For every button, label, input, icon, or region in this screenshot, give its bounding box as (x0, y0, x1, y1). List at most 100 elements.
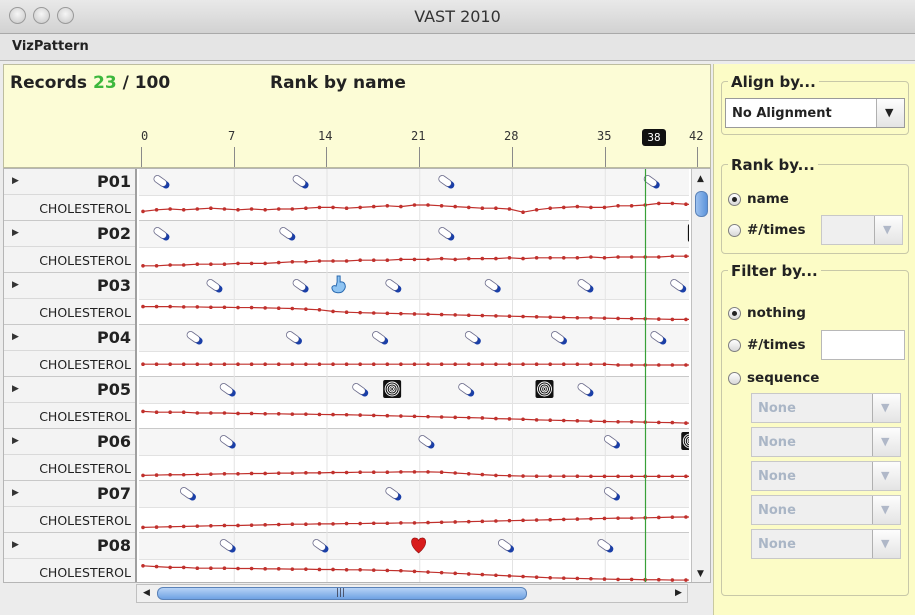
row-header-p04[interactable]: ▶ P04 (4, 325, 135, 351)
scroll-up-icon[interactable]: ▲ (697, 174, 704, 184)
expand-triangle-icon[interactable]: ▶ (12, 176, 19, 186)
records-label: Records (10, 73, 88, 93)
scroll-right-icon[interactable]: ▶ (675, 588, 682, 598)
sequence-slot-3[interactable]: None ▼ (751, 461, 901, 491)
row-header-p03[interactable]: ▶ P03 (4, 273, 135, 299)
event-timeline-svg (139, 169, 689, 582)
chevron-down-icon[interactable]: ▼ (872, 462, 900, 490)
trend-point (317, 522, 322, 526)
radio-icon[interactable] (728, 224, 741, 237)
trend-point (168, 207, 172, 211)
trend-point (656, 255, 661, 259)
trend-point (629, 474, 634, 479)
vertical-scrollbar[interactable]: ▲ ▼ (691, 169, 710, 582)
spiral-icon[interactable] (383, 380, 402, 398)
horizontal-scrollbar[interactable]: ◀ ||| ▶ (136, 584, 688, 603)
trend-point (209, 206, 213, 210)
radio-icon[interactable] (728, 339, 741, 352)
row-header-p07[interactable]: ▶ P07 (4, 481, 135, 507)
expand-triangle-icon[interactable]: ▶ (12, 280, 19, 290)
row-header-p06[interactable]: ▶ P06 (4, 429, 135, 455)
trend-point (344, 362, 349, 366)
trend-point (684, 474, 688, 479)
chevron-down-icon[interactable]: ▼ (872, 530, 900, 558)
spiral-icon[interactable] (535, 380, 554, 398)
sequence-slot-5[interactable]: None ▼ (751, 529, 901, 559)
chevron-down-icon[interactable]: ▼ (874, 216, 902, 244)
trend-point (466, 415, 471, 420)
expand-triangle-icon[interactable]: ▶ (12, 436, 19, 446)
row-header-p08[interactable]: ▶ P08 (4, 533, 135, 559)
trend-point (426, 570, 430, 574)
sequence-slot-2[interactable]: None ▼ (751, 427, 901, 457)
trend-point (480, 362, 485, 366)
trend-point (656, 474, 661, 479)
row-header-p02[interactable]: ▶ P02 (4, 221, 135, 247)
radio-selected-icon[interactable] (728, 307, 741, 320)
trend-point (453, 471, 457, 475)
vertical-scroll-thumb[interactable] (695, 191, 708, 217)
expand-triangle-icon[interactable]: ▶ (12, 488, 19, 498)
trend-point (439, 470, 444, 475)
title-bar: VAST 2010 (0, 0, 915, 34)
trend-point (290, 207, 295, 211)
trend-point (141, 525, 145, 530)
trend-point (209, 472, 213, 476)
sequence-slot-4[interactable]: None ▼ (751, 495, 901, 525)
trend-point (168, 410, 172, 414)
radio-selected-icon[interactable] (728, 193, 741, 206)
current-time-marker[interactable]: 38 (642, 129, 666, 146)
trend-point (385, 568, 390, 573)
trend-point (480, 256, 485, 261)
trend-point (412, 257, 417, 262)
trend-point (154, 208, 159, 212)
trend-point (602, 316, 607, 320)
trend-point (263, 208, 267, 212)
trend-point (290, 260, 295, 264)
trend-point (589, 316, 593, 320)
trend-point (236, 261, 240, 266)
trend-point (480, 519, 485, 524)
sequence-slot-1[interactable]: None ▼ (751, 393, 901, 423)
menu-vizpattern[interactable]: VizPattern (12, 39, 89, 54)
row-header-p05[interactable]: ▶ P05 (4, 377, 135, 403)
spiral-icon[interactable] (687, 224, 689, 242)
event-plot-area[interactable] (139, 169, 689, 582)
trend-point (589, 419, 593, 423)
filter-times-input[interactable] (821, 330, 905, 360)
align-dropdown[interactable]: No Alignment ▼ (725, 98, 905, 128)
trend-point (331, 309, 335, 314)
chevron-down-icon[interactable]: ▼ (872, 394, 900, 422)
rank-title: Rank by... (728, 156, 818, 174)
scroll-left-icon[interactable]: ◀ (143, 588, 150, 598)
event-row-bg (139, 273, 689, 299)
expand-triangle-icon[interactable]: ▶ (12, 332, 19, 342)
expand-triangle-icon[interactable]: ▶ (12, 384, 19, 394)
chevron-down-icon[interactable]: ▼ (872, 496, 900, 524)
trend-point (249, 566, 254, 571)
expand-triangle-icon[interactable]: ▶ (12, 228, 19, 238)
trend-point (684, 202, 688, 206)
spiral-icon[interactable] (681, 432, 689, 450)
trend-point (589, 516, 593, 521)
trend-point (222, 305, 227, 310)
radio-icon[interactable] (728, 372, 741, 385)
trend-point (181, 362, 186, 366)
trend-point (181, 565, 186, 570)
trend-point (670, 420, 675, 425)
trend-point (494, 573, 498, 578)
scroll-down-icon[interactable]: ▼ (697, 569, 704, 579)
trend-point (534, 315, 539, 319)
chevron-down-icon[interactable]: ▼ (876, 99, 904, 127)
rank-times-dropdown[interactable]: ▼ (821, 215, 903, 245)
row-measure: CHOLESTEROL (4, 247, 135, 273)
trend-point (290, 362, 295, 366)
trend-point (602, 205, 607, 210)
trend-point (616, 420, 620, 424)
horizontal-scroll-thumb[interactable]: ||| (157, 587, 527, 600)
chevron-down-icon[interactable]: ▼ (872, 428, 900, 456)
trend-point (494, 206, 498, 210)
row-header-p01[interactable]: ▶ P01 (4, 169, 135, 195)
expand-triangle-icon[interactable]: ▶ (12, 540, 19, 550)
trend-point (426, 203, 430, 207)
